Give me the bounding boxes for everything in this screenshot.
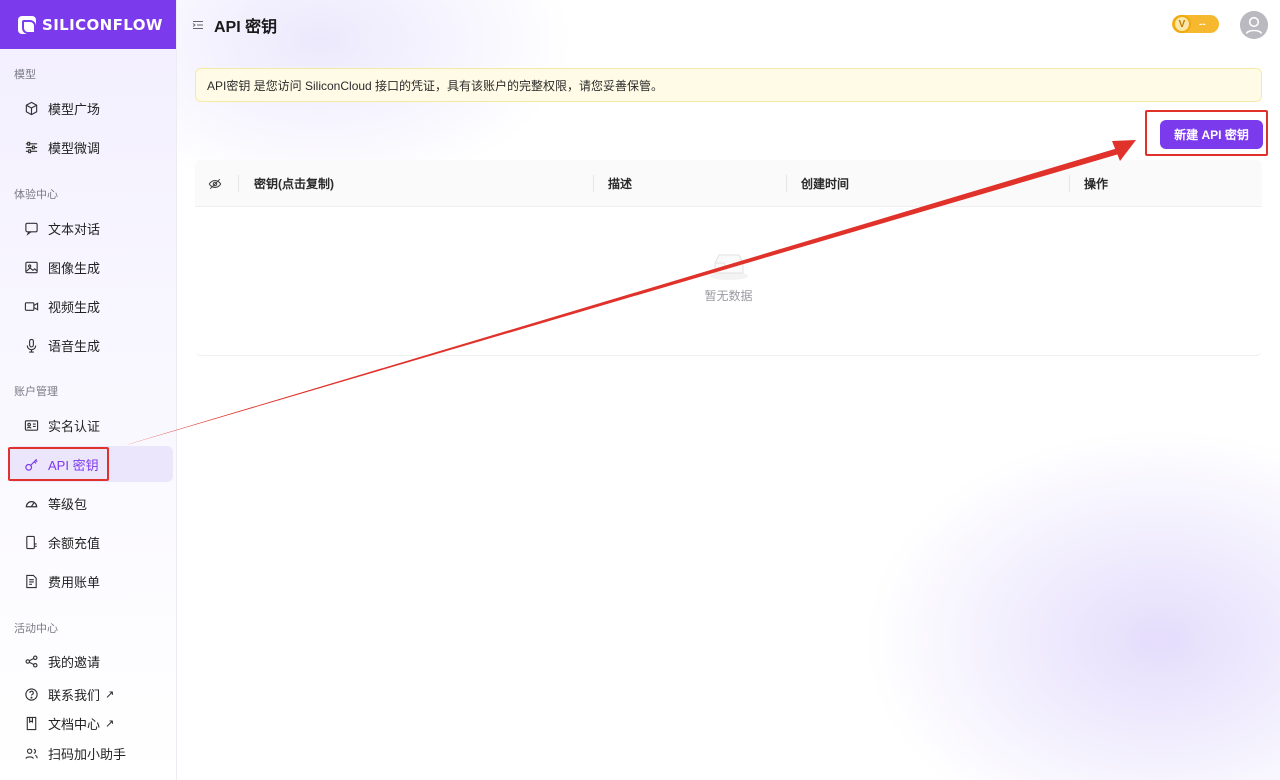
image-icon (23, 259, 39, 275)
table-header: 密钥(点击复制) 描述 创建时间 操作 (195, 160, 1262, 207)
menu-collapse-icon[interactable] (192, 19, 204, 31)
section-title-activity: 活动中心 (14, 623, 58, 635)
column-header-description: 描述 (608, 177, 633, 191)
sidebar-item-label: 语音生成 (48, 338, 101, 354)
annotation-arrow-head (1112, 140, 1136, 161)
sidebar-item-label: 模型微调 (48, 140, 101, 156)
sidebar-item-text-chat[interactable]: 文本对话 (8, 210, 173, 246)
sidebar-item-label: 图像生成 (48, 260, 101, 276)
external-link-icon: ↗ (105, 717, 115, 730)
sliders-icon (23, 139, 39, 155)
page-title: API 密钥 (214, 18, 278, 36)
notice-text: API密钥 是您访问 SiliconCloud 接口的凭证，具有该账户的完整权限… (207, 78, 664, 93)
background-glow (0, 0, 1280, 780)
top-header: API 密钥 (178, 0, 1280, 49)
sidebar-item-label: 等级包 (48, 496, 88, 512)
chat-icon (23, 220, 39, 236)
sidebar-item-api-keys[interactable]: API 密钥 (8, 446, 173, 482)
sidebar-item-recharge[interactable]: 余额充值 (8, 524, 173, 560)
brand-logo[interactable]: SILICONFLOW (0, 0, 176, 49)
key-icon (23, 456, 39, 472)
mic-icon (23, 337, 39, 353)
sidebar-item-verification[interactable]: 实名认证 (8, 407, 173, 443)
sidebar-item-assistant[interactable]: 扫码加小助手 (8, 740, 173, 766)
column-divider (238, 175, 239, 192)
section-title-models: 模型 (14, 69, 36, 81)
cube-icon (23, 100, 39, 116)
external-link-icon: ↗ (105, 688, 115, 701)
sidebar-item-image-gen[interactable]: 图像生成 (8, 249, 173, 285)
column-header-created-time: 创建时间 (801, 177, 850, 191)
column-header-actions: 操作 (1084, 177, 1109, 191)
annotation-arrow (109, 140, 1136, 450)
sidebar: SILICONFLOW 模型 模型广场 模型微调 体验中心 文本对话 图像生成 … (0, 0, 177, 780)
sidebar-item-label: 文本对话 (48, 221, 101, 237)
empty-box-icon (709, 254, 748, 280)
new-api-key-button[interactable]: 新建 API 密钥 (1160, 120, 1263, 149)
brand-name: SILICONFLOW (42, 15, 163, 34)
sidebar-item-voice-gen[interactable]: 语音生成 (8, 327, 173, 363)
sidebar-item-invitations[interactable]: 我的邀请 (8, 643, 173, 679)
column-divider (786, 175, 787, 192)
gauge-icon (23, 495, 39, 511)
sidebar-item-fine-tune[interactable]: 模型微调 (8, 129, 173, 165)
toggle-visibility-icon[interactable] (208, 160, 222, 207)
sidebar-item-contact[interactable]: 联系我们 ↗ (8, 681, 173, 707)
section-title-playground: 体验中心 (14, 189, 58, 201)
column-header-key: 密钥(点击复制) (254, 177, 334, 191)
bill-icon (23, 573, 39, 589)
sidebar-item-label: 实名认证 (48, 418, 101, 434)
id-card-icon (23, 417, 39, 433)
sidebar-item-model-square[interactable]: 模型广场 (8, 90, 173, 126)
share-icon (23, 653, 39, 669)
sidebar-item-label: 视频生成 (48, 299, 101, 315)
column-divider (593, 175, 594, 192)
sidebar-item-level-pack[interactable]: 等级包 (8, 485, 173, 521)
sidebar-item-billing[interactable]: 费用账单 (8, 563, 173, 599)
column-divider (1069, 175, 1070, 192)
api-key-notice: API密钥 是您访问 SiliconCloud 接口的凭证，具有该账户的完整权限… (195, 68, 1262, 102)
sidebar-item-label: 文档中心 (48, 716, 101, 732)
sidebar-item-label: API 密钥 (48, 457, 99, 473)
sidebar-item-video-gen[interactable]: 视频生成 (8, 288, 173, 324)
empty-state-text: 暂无数据 (704, 289, 753, 303)
sidebar-item-label: 扫码加小助手 (48, 746, 127, 762)
api-keys-table: 密钥(点击复制) 描述 创建时间 操作 暂无数据 (195, 160, 1262, 356)
sidebar-item-label: 我的邀请 (48, 654, 101, 670)
empty-state: 暂无数据 (195, 247, 1262, 304)
sidebar-item-label: 联系我们 (48, 687, 101, 703)
sidebar-item-label: 模型广场 (48, 101, 101, 117)
sidebar-item-label: 费用账单 (48, 574, 101, 590)
book-icon (23, 715, 39, 731)
sidebar-item-label: 余额充值 (48, 535, 101, 551)
sidebar-item-docs[interactable]: 文档中心 ↗ (8, 710, 173, 736)
help-icon (23, 686, 39, 702)
wallet-icon (23, 534, 39, 550)
user-group-icon (23, 745, 39, 761)
video-icon (23, 298, 39, 314)
siliconflow-logo-icon (18, 15, 36, 34)
section-title-account: 账户管理 (14, 386, 58, 398)
